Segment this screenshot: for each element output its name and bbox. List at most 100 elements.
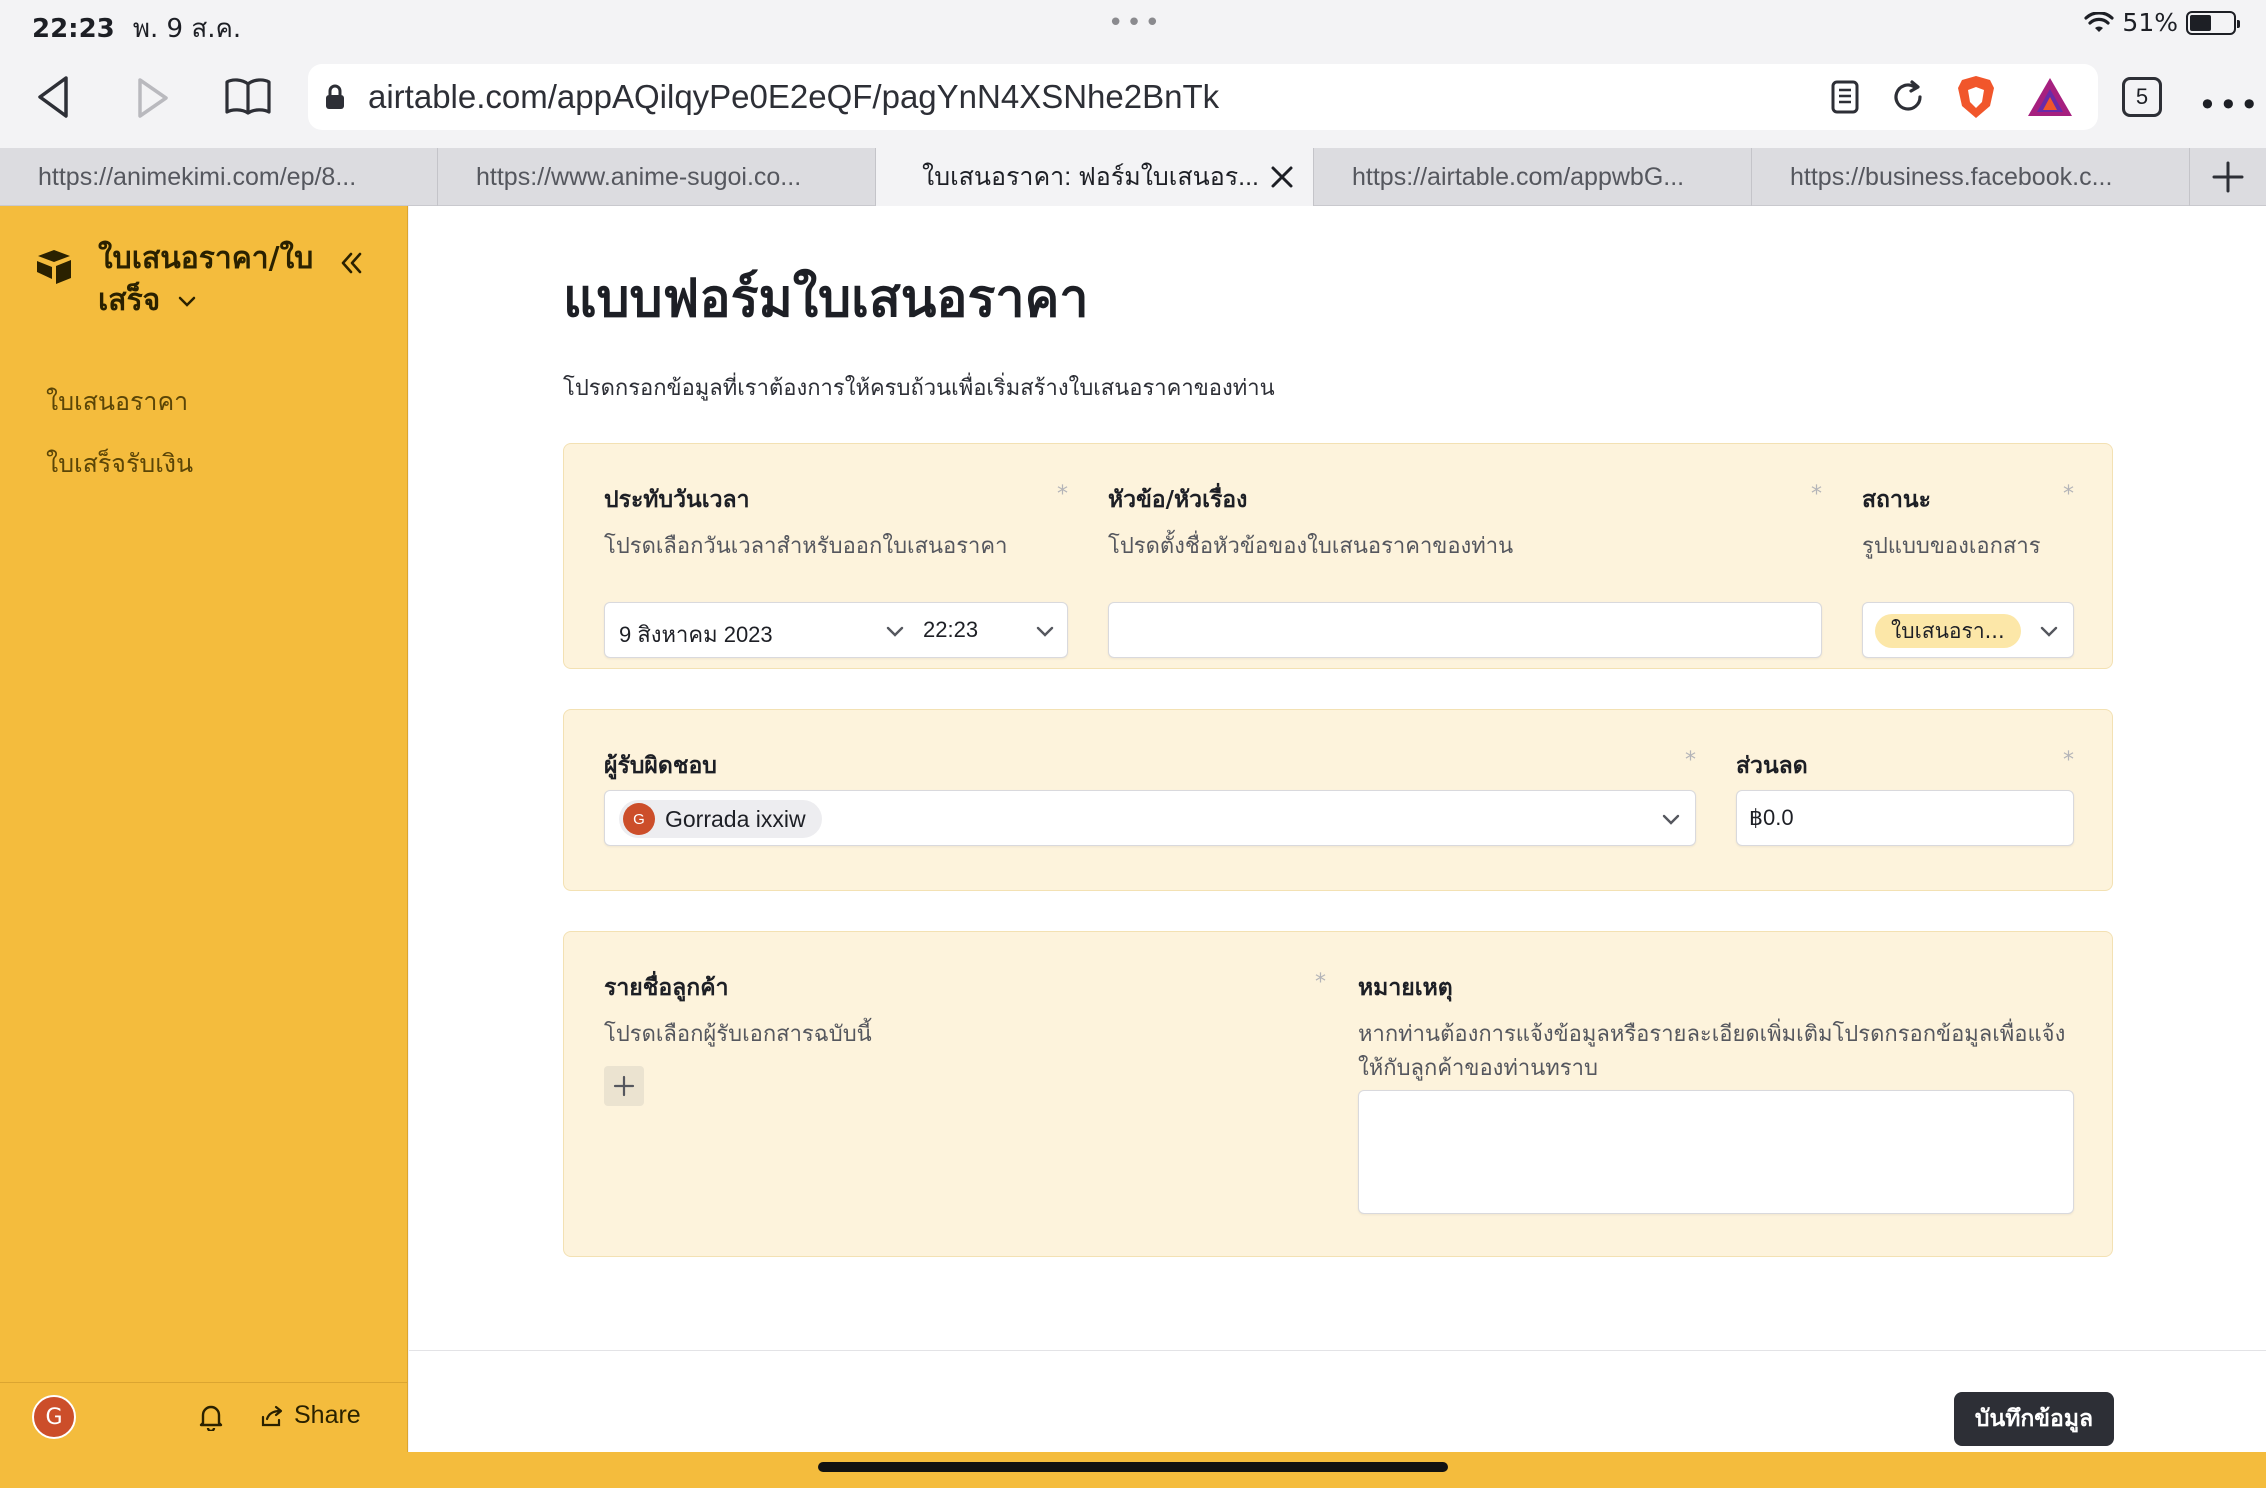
field-label: สถานะ <box>1862 487 1931 513</box>
form-page: แบบฟอร์มใบเสนอราคา โปรดกรอกข้อมูลที่เราต… <box>409 206 2266 1452</box>
field-help: โปรดตั้งชื่อหัวข้อของใบเสนอราคาของท่าน <box>1108 534 1514 559</box>
date-field: ประทับวันเวลา * โปรดเลือกวันเวลาสำหรับออ… <box>604 482 1068 658</box>
more-menu-icon[interactable]: ••• <box>2198 86 2261 124</box>
field-help: โปรดเลือกผู้รับเอกสารฉบับนี้ <box>604 1022 872 1047</box>
brave-rewards-icon[interactable] <box>2026 75 2074 119</box>
discount-input[interactable]: ฿0.0 <box>1736 790 2074 846</box>
time-value[interactable]: 22:23 <box>923 617 978 643</box>
datetime-input[interactable]: 9 สิงหาคม 2023 22:23 <box>604 602 1068 658</box>
tab-label: https://business.facebook.c... <box>1790 162 2113 191</box>
field-label: ส่วนลด <box>1736 753 1808 779</box>
home-indicator[interactable] <box>818 1462 1448 1472</box>
back-icon[interactable] <box>34 74 74 120</box>
form-section-1: ประทับวันเวลา * โปรดเลือกวันเวลาสำหรับออ… <box>563 443 2113 669</box>
plus-icon <box>613 1075 635 1097</box>
sidebar-footer: G Share <box>0 1382 408 1452</box>
field-help: โปรดเลือกวันเวลาสำหรับออกใบเสนอราคา <box>604 534 1008 559</box>
bell-icon[interactable] <box>198 1403 224 1431</box>
status-time: 22:23 พ. 9 ส.ค. <box>32 14 242 44</box>
tab-label: ใบเสนอราคา: ฟอร์มใบเสนอร... <box>922 163 1259 191</box>
status-select[interactable]: ใบเสนอรา... <box>1862 602 2074 658</box>
required-marker: * <box>2063 482 2074 507</box>
airtable-logo-icon[interactable] <box>34 246 74 286</box>
required-marker: * <box>1315 970 1326 995</box>
battery-percent: 51% <box>2122 8 2178 37</box>
sidebar-item-quotation[interactable]: ใบเสนอราคา <box>46 382 188 422</box>
user-avatar: G <box>623 803 655 835</box>
browser-tab[interactable]: https://business.facebook.c... <box>1752 148 2190 206</box>
base-name[interactable]: ใบเสนอราคา/ใบเสร็จ <box>98 238 318 322</box>
discount-value[interactable]: ฿0.0 <box>1749 805 1794 831</box>
multitask-dots[interactable]: ••• <box>1108 8 1163 38</box>
chevron-down-icon[interactable] <box>1035 625 1055 639</box>
brave-shield-icon[interactable] <box>1956 74 1996 120</box>
owner-select[interactable]: G Gorrada ixxiw <box>604 790 1696 846</box>
chevron-down-icon[interactable] <box>2039 625 2059 639</box>
subject-input[interactable] <box>1108 602 1822 658</box>
browser-tab-active[interactable]: ใบเสนอราคา: ฟอร์มใบเสนอร... <box>876 148 1314 206</box>
browser-tab[interactable]: https://www.anime-sugoi.co... <box>438 148 876 206</box>
user-avatar[interactable]: G <box>32 1395 76 1439</box>
close-tab-icon[interactable] <box>1267 162 1297 192</box>
chevron-down-icon <box>178 296 195 307</box>
tab-label: https://animekimi.com/ep/8... <box>38 162 357 191</box>
plus-icon <box>2212 161 2244 192</box>
subject-field: หัวข้อ/หัวเรื่อง * โปรดตั้งชื่อหัวข้อของ… <box>1108 482 1822 658</box>
url-text[interactable]: airtable.com/appAQilqyPe0E2eQF/pagYnN4XS… <box>368 78 1219 116</box>
share-button[interactable]: Share <box>260 1401 361 1430</box>
browser-tab[interactable]: https://animekimi.com/ep/8... <box>0 148 438 206</box>
tab-label: https://www.anime-sugoi.co... <box>476 162 802 191</box>
browser-tab[interactable]: https://airtable.com/appwbG... <box>1314 148 1752 206</box>
status-bar: 22:23 พ. 9 ส.ค. ••• 51% <box>0 0 2266 48</box>
sidebar: ใบเสนอราคา/ใบเสร็จ ใบเสนอราคา ใบเสร็จรับ… <box>0 206 408 1452</box>
required-marker: * <box>2063 748 2074 773</box>
bookmarks-icon[interactable] <box>224 76 272 116</box>
collapse-sidebar-icon[interactable] <box>336 248 366 278</box>
new-tab-button[interactable] <box>2190 148 2266 205</box>
address-bar[interactable]: airtable.com/appAQilqyPe0E2eQF/pagYnN4XS… <box>308 64 2098 130</box>
reader-mode-icon[interactable] <box>1830 79 1860 115</box>
discount-field: ส่วนลด * ฿0.0 <box>1736 748 2074 846</box>
battery-icon <box>2186 10 2240 35</box>
form-section-3: รายชื่อลูกค้า * โปรดเลือกผู้รับเอกสารฉบั… <box>563 931 2113 1257</box>
status-pill: ใบเสนอรา... <box>1875 614 2021 648</box>
sidebar-item-receipt[interactable]: ใบเสร็จรับเงิน <box>46 444 193 484</box>
status-field: สถานะ * รูปแบบของเอกสาร ใบเสนอรา... <box>1862 482 2074 658</box>
submit-button[interactable]: บันทึกข้อมูล <box>1954 1392 2114 1446</box>
user-name: Gorrada ixxiw <box>665 805 806 832</box>
field-label: ผู้รับผิดชอบ <box>604 753 717 779</box>
user-pill[interactable]: G Gorrada ixxiw <box>619 800 822 838</box>
field-label: หมายเหตุ <box>1358 975 1453 1001</box>
field-label: ประทับวันเวลา <box>604 487 750 513</box>
note-field: หมายเหตุ หากท่านต้องการแจ้งข้อมูลหรือราย… <box>1358 970 2074 1214</box>
date-value[interactable]: 9 สิงหาคม 2023 <box>619 617 773 652</box>
field-help: หากท่านต้องการแจ้งข้อมูลหรือรายละเอียดเพ… <box>1358 1022 2066 1081</box>
tab-count-button[interactable]: 5 <box>2122 77 2162 117</box>
field-label: หัวข้อ/หัวเรื่อง <box>1108 487 1248 513</box>
share-icon <box>261 1405 283 1426</box>
wifi-icon <box>2084 11 2115 32</box>
add-customer-button[interactable] <box>604 1066 644 1106</box>
owner-field: ผู้รับผิดชอบ * G Gorrada ixxiw <box>604 748 1696 846</box>
required-marker: * <box>1685 748 1696 773</box>
note-textarea[interactable] <box>1358 1090 2074 1214</box>
forward-icon[interactable] <box>132 76 172 120</box>
form-title: แบบฟอร์มใบเสนอราคา <box>563 269 1089 329</box>
lock-icon <box>326 84 344 109</box>
share-label: Share <box>294 1401 361 1429</box>
required-marker: * <box>1057 482 1068 507</box>
tab-strip: https://animekimi.com/ep/8... https://ww… <box>0 148 2266 206</box>
required-marker: * <box>1811 482 1822 507</box>
customer-field: รายชื่อลูกค้า * โปรดเลือกผู้รับเอกสารฉบั… <box>604 970 1326 1106</box>
browser-toolbar: airtable.com/appAQilqyPe0E2eQF/pagYnN4XS… <box>0 48 2266 148</box>
chevron-down-icon[interactable] <box>1661 813 1681 827</box>
reload-icon[interactable] <box>1890 79 1926 115</box>
form-description: โปรดกรอกข้อมูลที่เราต้องการให้ครบถ้วนเพื… <box>563 376 1275 401</box>
field-help: รูปแบบของเอกสาร <box>1862 534 2041 559</box>
footer-divider <box>409 1350 2266 1351</box>
field-label: รายชื่อลูกค้า <box>604 975 729 1001</box>
tab-label: https://airtable.com/appwbG... <box>1352 162 1685 191</box>
status-right: 51% <box>2084 8 2240 37</box>
chevron-down-icon[interactable] <box>885 625 905 639</box>
form-section-2: ผู้รับผิดชอบ * G Gorrada ixxiw ส่วนลด * … <box>563 709 2113 891</box>
